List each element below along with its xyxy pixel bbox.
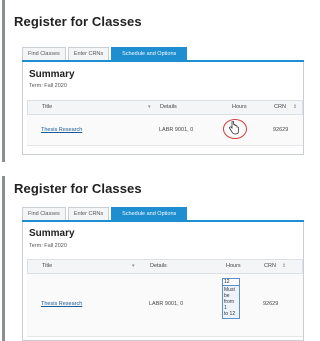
tab-bar: Find Classes Enter CRNs Schedule and Opt… — [22, 207, 189, 220]
sort-icon[interactable]: ⇕ — [293, 104, 297, 110]
col-crn[interactable]: CRN — [264, 263, 276, 269]
tab-schedule-options[interactable]: Schedule and Options — [111, 47, 188, 60]
hours-input[interactable]: 12 — [222, 278, 240, 286]
page-title: Register for Classes — [14, 14, 142, 29]
col-crn[interactable]: CRN — [274, 104, 286, 110]
course-title-link[interactable]: Thesis Research — [41, 127, 82, 133]
hours-validation-message: Must be from 1 to 12 — [222, 286, 240, 319]
sort-icon[interactable]: ▾ — [132, 263, 135, 269]
course-title-link[interactable]: Thesis Research — [41, 301, 82, 307]
term-label: Term: Fall 2020 — [29, 243, 67, 249]
summary-title: Summary — [29, 69, 75, 80]
summary-panel: Summary Term: Fall 2020 Title ▾ Details … — [22, 222, 304, 341]
summary-title: Summary — [29, 228, 75, 239]
sort-icon[interactable]: ⇕ — [282, 263, 286, 269]
col-hours[interactable]: Hours — [232, 104, 247, 110]
table-row: Thesis Research LABR 9001, 0 92629 — [27, 115, 303, 146]
tab-find-classes[interactable]: Find Classes — [22, 47, 66, 60]
col-details[interactable]: Details — [150, 263, 167, 269]
col-title[interactable]: Title — [42, 104, 52, 110]
table-header: Title ▾ Details Hours CRN ⇕ — [27, 259, 303, 274]
course-crn: 92629 — [263, 301, 279, 307]
table-header: Title ▾ Details Hours CRN ⇕ — [27, 100, 303, 115]
page-title: Register for Classes — [14, 181, 142, 196]
left-border — [2, 176, 5, 341]
validation-line: from 1 — [224, 299, 234, 311]
col-hours[interactable]: Hours — [226, 263, 241, 269]
tab-schedule-options[interactable]: Schedule and Options — [111, 207, 188, 220]
course-crn: 92629 — [273, 127, 289, 133]
sort-icon[interactable]: ▾ — [148, 104, 151, 110]
validation-line: to 12 — [224, 311, 236, 317]
table-row: Thesis Research LABR 9001, 0 92629 12 Mu… — [27, 274, 303, 337]
left-border — [2, 0, 5, 162]
hand-cursor-icon — [229, 121, 239, 135]
course-details: LABR 9001, 0 — [149, 301, 184, 307]
screenshot-before: Register for Classes Find Classes Enter … — [0, 0, 304, 162]
term-label: Term: Fall 2020 — [29, 83, 67, 89]
col-details[interactable]: Details — [160, 104, 177, 110]
course-details: LABR 9001, 0 — [159, 127, 194, 133]
col-title[interactable]: Title — [42, 263, 52, 269]
tab-bar: Find Classes Enter CRNs Schedule and Opt… — [22, 47, 189, 60]
summary-panel: Summary Term: Fall 2020 Title ▾ Details … — [22, 62, 304, 155]
tab-enter-crns[interactable]: Enter CRNs — [67, 207, 110, 220]
screenshot-after: Register for Classes Find Classes Enter … — [0, 176, 304, 341]
tab-enter-crns[interactable]: Enter CRNs — [67, 47, 110, 60]
tab-find-classes[interactable]: Find Classes — [22, 207, 66, 220]
